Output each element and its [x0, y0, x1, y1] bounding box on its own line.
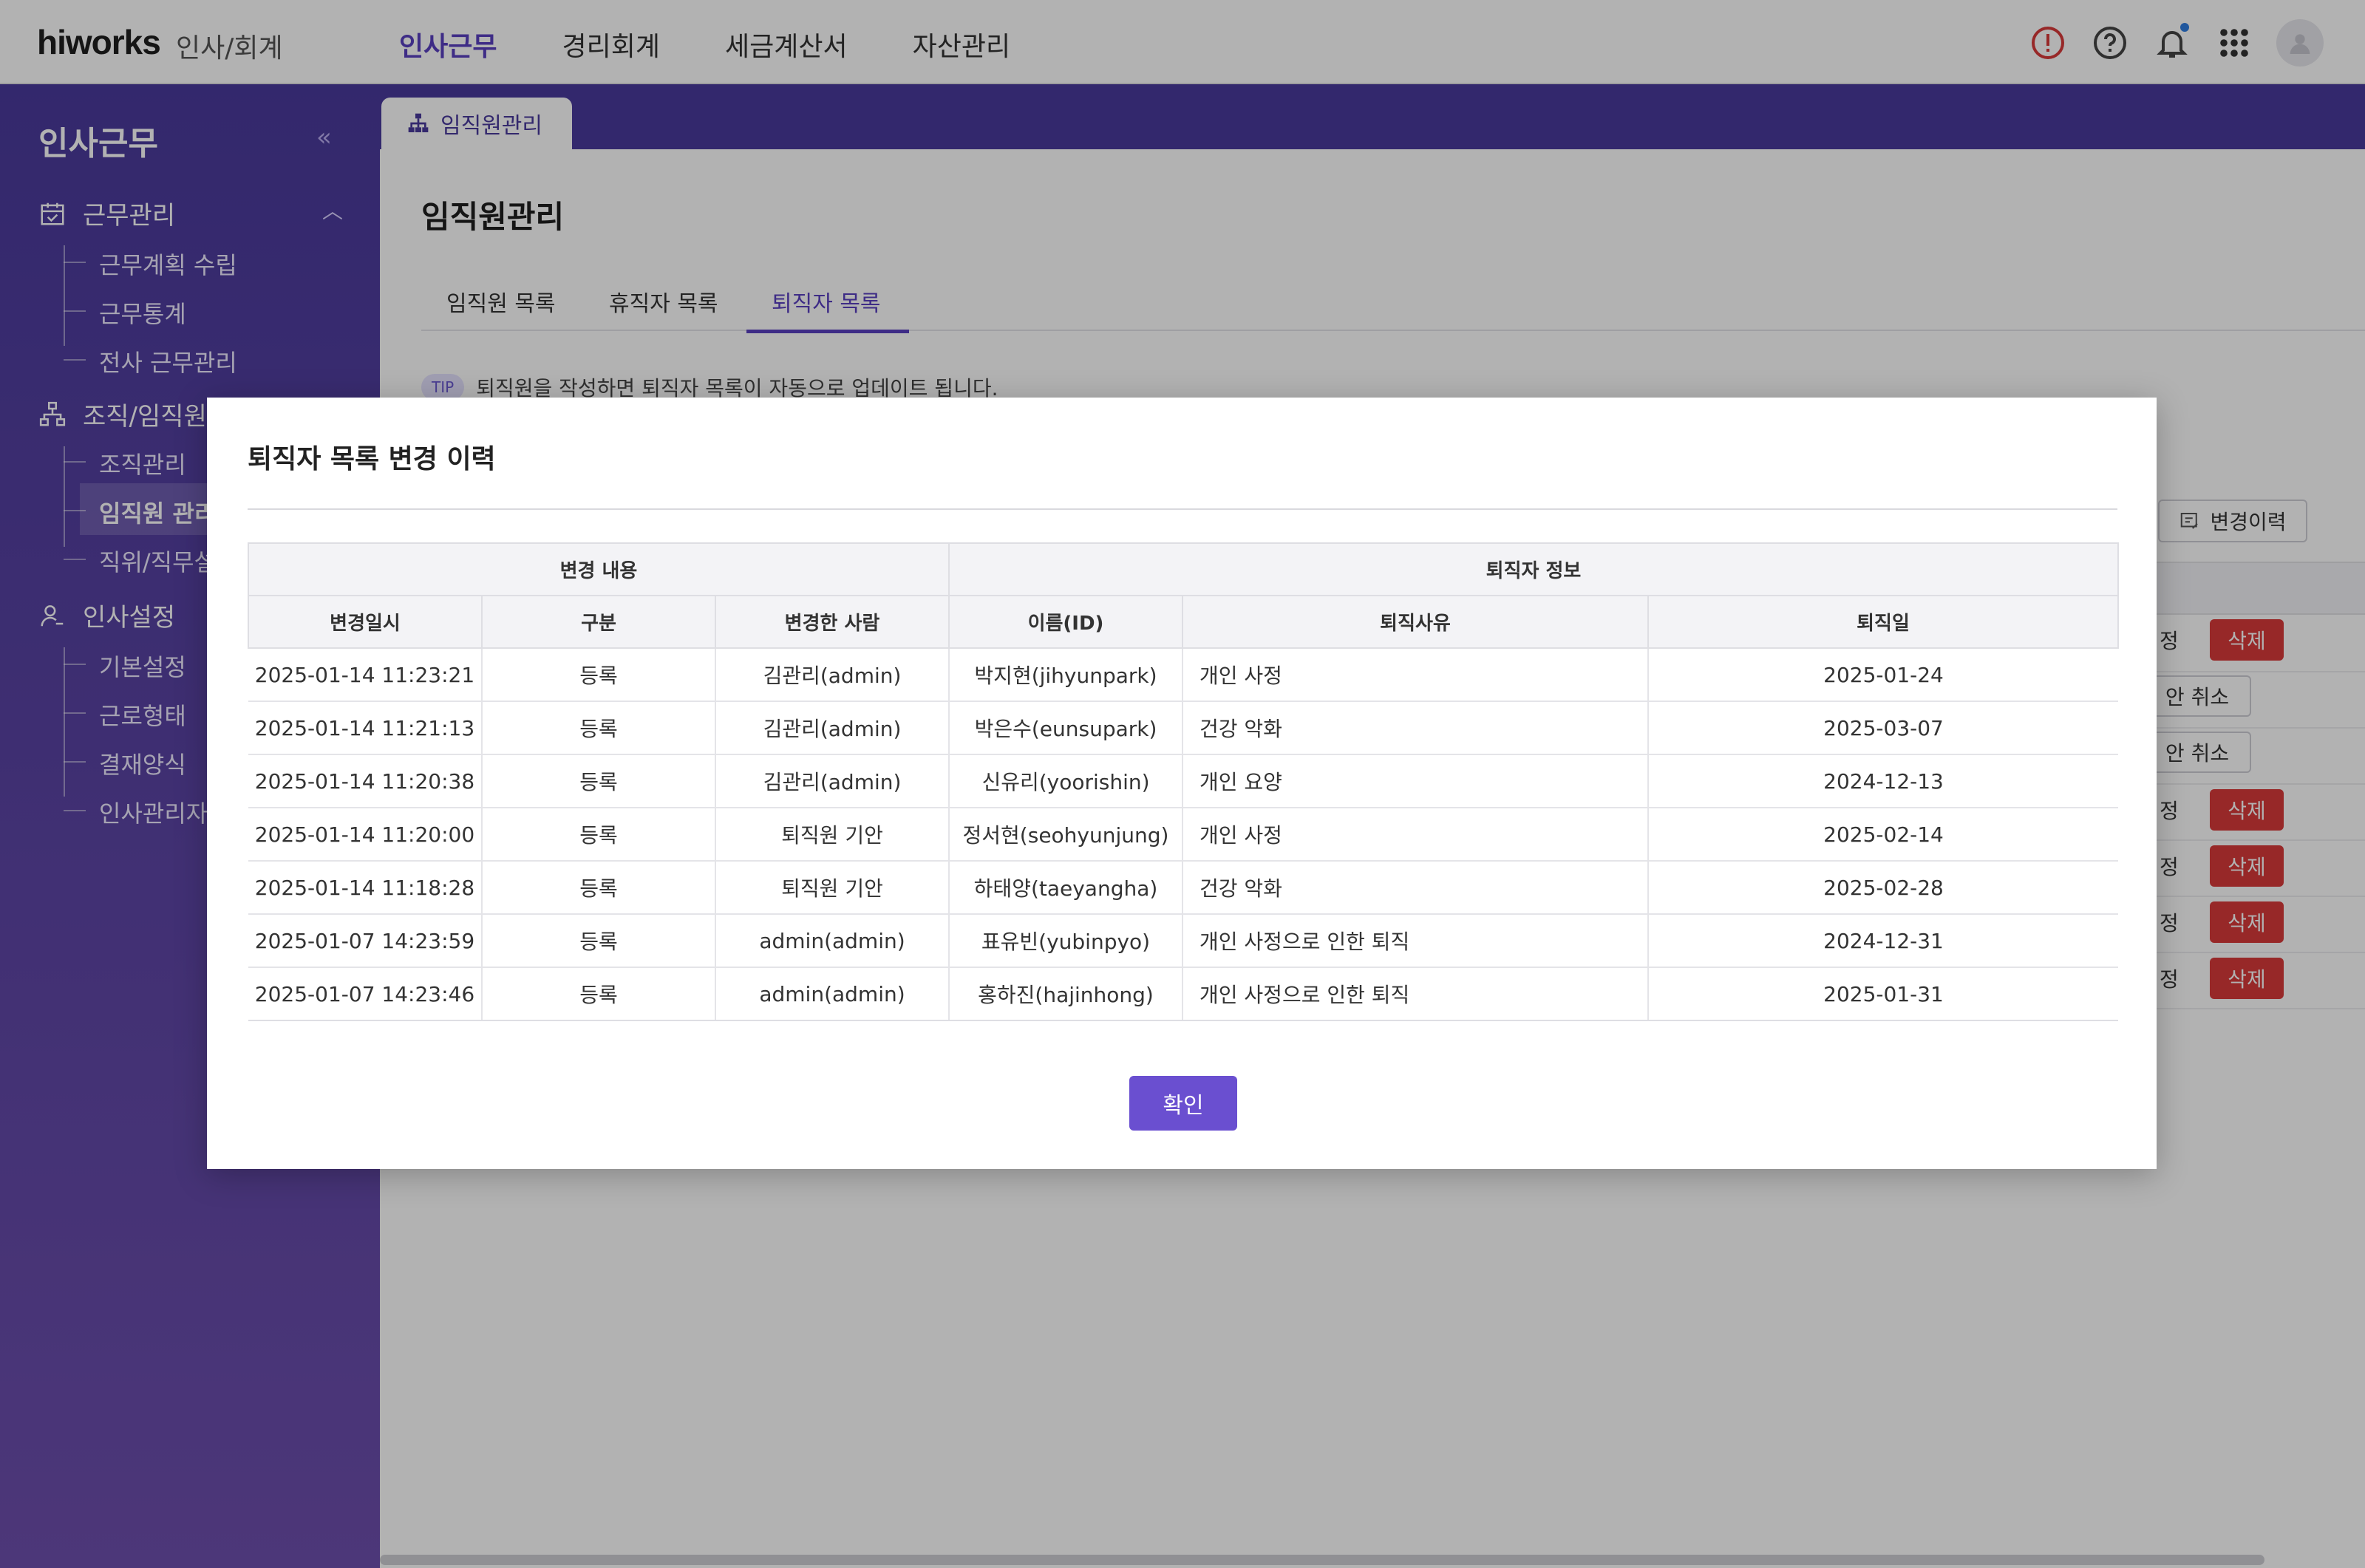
- table-row: 2025-01-14 11:20:38 등록 김관리(admin) 신유리(yo…: [248, 754, 2119, 808]
- cell-changed-at: 2025-01-14 11:23:21: [248, 648, 482, 702]
- cell-type: 등록: [481, 648, 715, 702]
- column-header: 변경한 사람: [715, 595, 950, 649]
- cell-changed-at: 2025-01-14 11:20:38: [248, 754, 482, 808]
- cell-type: 등록: [481, 861, 715, 915]
- confirm-button[interactable]: 확인: [1129, 1076, 1237, 1131]
- table-group-header-row: 변경 내용 퇴직자 정보: [248, 542, 2120, 596]
- cell-retire-date: 2025-02-14: [1647, 808, 2119, 862]
- cell-changed-by: admin(admin): [715, 967, 949, 1021]
- cell-retire-date: 2025-02-28: [1647, 861, 2119, 915]
- cell-changed-at: 2025-01-07 14:23:46: [248, 967, 482, 1021]
- column-header: 이름(ID): [948, 595, 1183, 649]
- cell-retire-date: 2025-01-24: [1647, 648, 2119, 702]
- cell-name-id: 박지현(jihyunpark): [948, 648, 1182, 702]
- cell-changed-by: admin(admin): [715, 914, 949, 968]
- column-header: 퇴직사유: [1182, 595, 1649, 649]
- cell-name-id: 박은수(eunsupark): [948, 701, 1182, 755]
- cell-type: 등록: [481, 701, 715, 755]
- cell-reason: 개인 요양: [1182, 754, 1648, 808]
- group-header-retiree: 퇴직자 정보: [947, 542, 2120, 596]
- modal-title: 퇴직자 목록 변경 이력: [248, 444, 496, 474]
- cell-type: 등록: [481, 967, 715, 1021]
- cell-changed-by: 퇴직원 기안: [715, 861, 949, 915]
- cell-reason: 개인 사정: [1182, 808, 1648, 862]
- column-header: 구분: [481, 595, 716, 649]
- table-row: 2025-01-14 11:20:00 등록 퇴직원 기안 정서현(seohyu…: [248, 808, 2119, 862]
- cell-name-id: 홍하진(hajinhong): [948, 967, 1182, 1021]
- cell-retire-date: 2025-01-31: [1647, 967, 2119, 1021]
- cell-reason: 개인 사정: [1182, 648, 1648, 702]
- history-modal: 퇴직자 목록 변경 이력 변경 내용 퇴직자 정보 변경일시 구분 변경한 사람…: [207, 398, 2157, 1169]
- cell-reason: 건강 악화: [1182, 861, 1648, 915]
- table-row: 2025-01-07 14:23:46 등록 admin(admin) 홍하진(…: [248, 967, 2119, 1021]
- cell-reason: 개인 사정으로 인한 퇴직: [1182, 914, 1648, 968]
- cell-type: 등록: [481, 914, 715, 968]
- cell-name-id: 정서현(seohyunjung): [948, 808, 1182, 862]
- column-header: 변경일시: [248, 595, 483, 649]
- cell-reason: 개인 사정으로 인한 퇴직: [1182, 967, 1648, 1021]
- table-header-row: 변경일시 구분 변경한 사람 이름(ID) 퇴직사유 퇴직일: [248, 595, 2120, 649]
- table-row: 2025-01-07 14:23:59 등록 admin(admin) 표유빈(…: [248, 914, 2119, 968]
- cell-name-id: 하태양(taeyangha): [948, 861, 1182, 915]
- table-row: 2025-01-14 11:23:21 등록 김관리(admin) 박지현(ji…: [248, 648, 2119, 702]
- cell-changed-at: 2025-01-14 11:20:00: [248, 808, 482, 862]
- table-row: 2025-01-14 11:21:13 등록 김관리(admin) 박은수(eu…: [248, 701, 2119, 755]
- cell-name-id: 표유빈(yubinpyo): [948, 914, 1182, 968]
- cell-changed-at: 2025-01-14 11:18:28: [248, 861, 482, 915]
- group-header-change: 변경 내용: [248, 542, 950, 596]
- cell-changed-at: 2025-01-07 14:23:59: [248, 914, 482, 968]
- cell-name-id: 신유리(yoorishin): [948, 754, 1182, 808]
- cell-retire-date: 2024-12-31: [1647, 914, 2119, 968]
- cell-changed-by: 김관리(admin): [715, 754, 949, 808]
- cell-changed-by: 김관리(admin): [715, 701, 949, 755]
- cell-retire-date: 2024-12-13: [1647, 754, 2119, 808]
- cell-retire-date: 2025-03-07: [1647, 701, 2119, 755]
- cell-changed-by: 퇴직원 기안: [715, 808, 949, 862]
- modal-divider: [248, 508, 2117, 510]
- history-table: 변경 내용 퇴직자 정보 변경일시 구분 변경한 사람 이름(ID) 퇴직사유 …: [248, 542, 2120, 1021]
- cell-type: 등록: [481, 754, 715, 808]
- table-row: 2025-01-14 11:18:28 등록 퇴직원 기안 하태양(taeyan…: [248, 861, 2119, 915]
- cell-reason: 건강 악화: [1182, 701, 1648, 755]
- cell-type: 등록: [481, 808, 715, 862]
- cell-changed-by: 김관리(admin): [715, 648, 949, 702]
- cell-changed-at: 2025-01-14 11:21:13: [248, 701, 482, 755]
- column-header: 퇴직일: [1647, 595, 2120, 649]
